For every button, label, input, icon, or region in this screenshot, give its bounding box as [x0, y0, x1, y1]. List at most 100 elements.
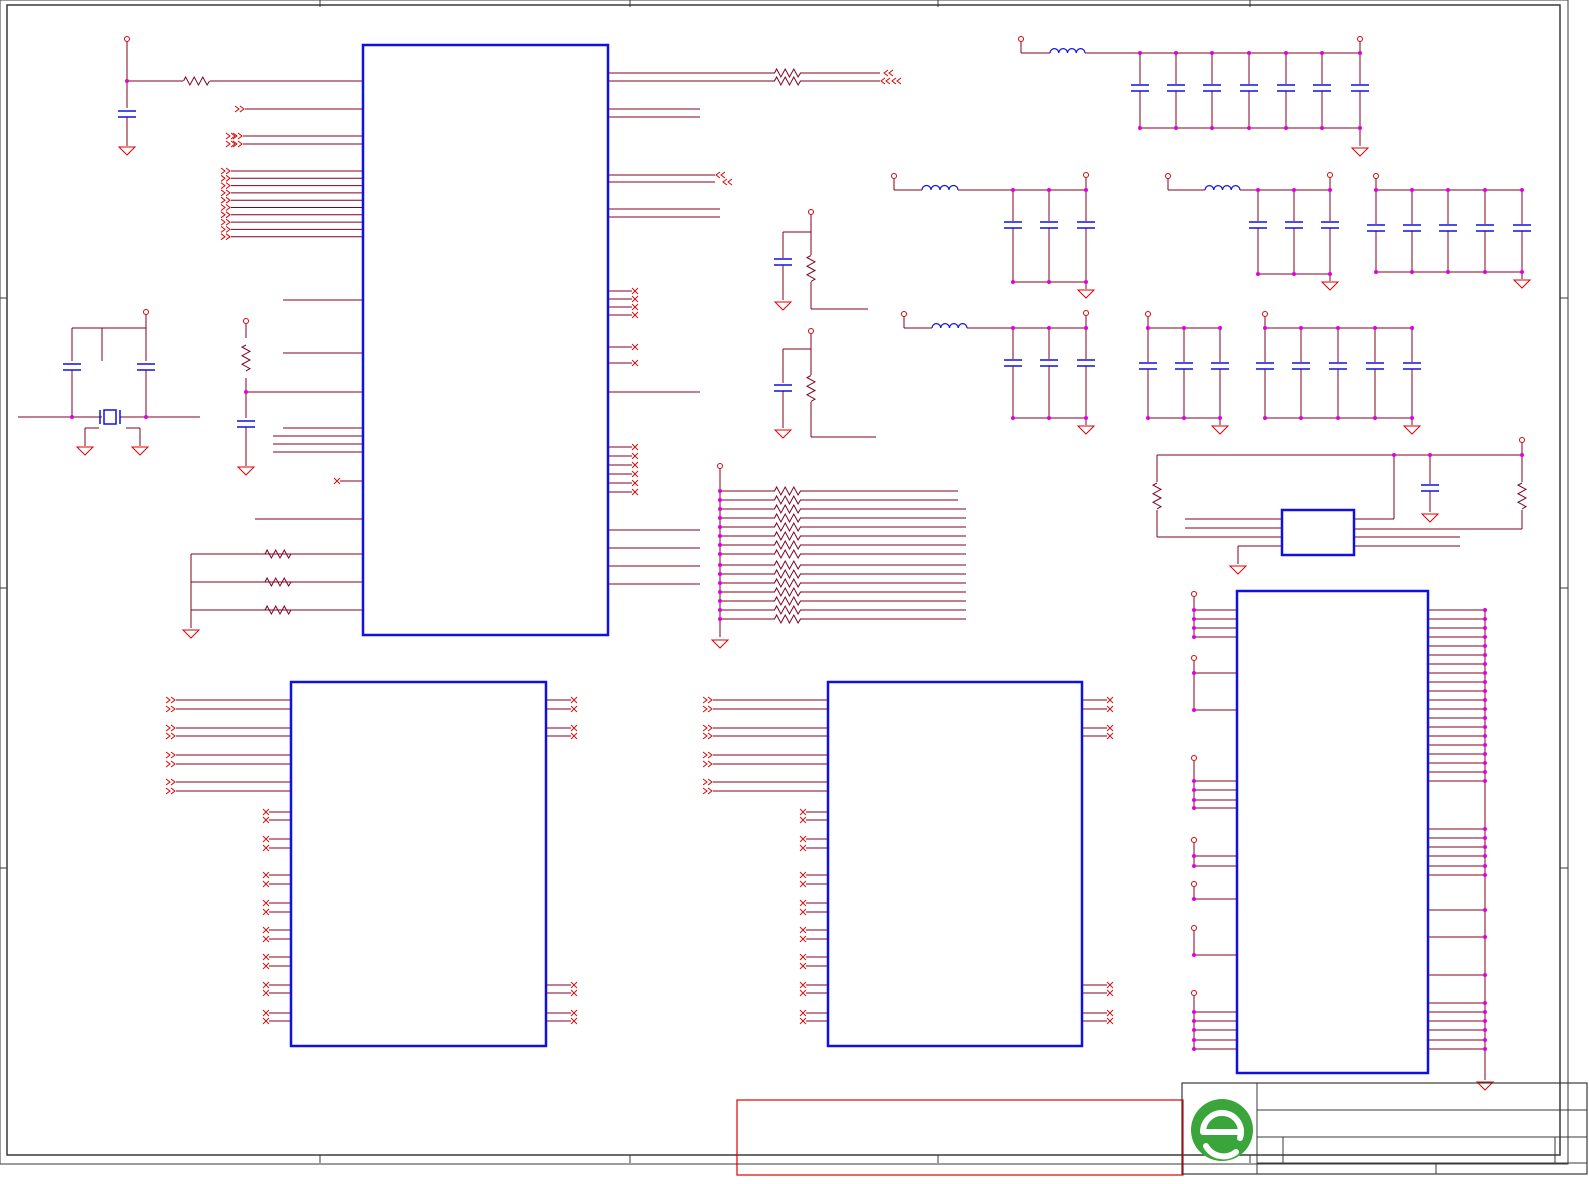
off-page-connector — [702, 778, 708, 786]
junction-dot — [1336, 416, 1340, 420]
off-page-connector — [220, 226, 226, 233]
junction-dot — [1210, 51, 1214, 55]
junction-dot — [1483, 873, 1487, 877]
junction-dot — [144, 415, 148, 419]
power-pin — [1191, 837, 1197, 843]
power-pin — [1519, 437, 1525, 443]
junction-dot — [1192, 953, 1196, 957]
ground-symbol — [1076, 425, 1096, 435]
resistor — [774, 559, 801, 571]
power-pin — [1018, 36, 1024, 42]
wires — [165, 69, 1114, 1025]
off-page-connector — [220, 167, 226, 175]
ground-symbol — [773, 429, 793, 439]
junction-dot — [1483, 1001, 1487, 1005]
resistor — [774, 548, 801, 560]
off-page-connector — [225, 218, 231, 226]
junction-dot — [1192, 798, 1196, 802]
junction-dot — [1084, 416, 1088, 420]
junction-dot — [1483, 1019, 1487, 1023]
off-page-connector — [702, 751, 708, 759]
power-pin — [1083, 172, 1089, 178]
resistor — [774, 595, 801, 607]
off-page-connector — [727, 178, 733, 186]
ground-symbol — [1076, 289, 1096, 299]
junction-dot — [1410, 188, 1414, 192]
power-pin — [808, 328, 814, 334]
ground-symbol — [236, 466, 256, 476]
junction-dot — [1192, 864, 1196, 868]
junction-dot — [1483, 608, 1487, 612]
junction-dots — [70, 36, 1525, 1051]
junction-dot — [718, 552, 722, 556]
off-page-connector — [896, 77, 902, 85]
ground-symbol — [181, 629, 201, 639]
inductor — [921, 184, 959, 191]
main-processor-block — [361, 43, 610, 637]
junction-dot — [1483, 761, 1487, 765]
junction-dot — [1138, 51, 1142, 55]
off-page-connector — [170, 751, 176, 759]
memory-chip-left — [289, 680, 548, 1048]
junction-dot — [1483, 725, 1487, 729]
off-page-connector — [707, 724, 713, 732]
off-page-connector — [220, 218, 226, 226]
off-page-connector — [234, 105, 240, 113]
power-pin — [1165, 173, 1171, 179]
junction-dot — [1410, 326, 1414, 330]
junction-dot — [1218, 416, 1222, 420]
off-page-connector — [225, 211, 231, 219]
junction-dot — [1011, 416, 1015, 420]
resistor — [805, 375, 817, 402]
off-page-connector — [220, 174, 226, 182]
resistor — [183, 75, 210, 87]
junction-dot — [1483, 854, 1487, 858]
resistor — [774, 503, 801, 515]
net-lines — [18, 42, 1523, 1080]
off-page-connector — [707, 732, 713, 740]
schematic-sheet — [0, 0, 1589, 1180]
junction-dot — [1192, 779, 1196, 783]
junction-dot — [1446, 188, 1450, 192]
junction-dot — [1047, 188, 1051, 192]
ground-symbol — [117, 146, 137, 156]
resistor — [1151, 482, 1163, 510]
junction-dot — [718, 599, 722, 603]
inductor — [1049, 48, 1086, 54]
resistor — [774, 539, 801, 551]
off-page-connector — [707, 787, 713, 795]
off-page-connector — [225, 189, 231, 197]
off-page-connector — [225, 132, 231, 140]
junction-dot — [1263, 416, 1267, 420]
power-pin — [1083, 310, 1089, 316]
junction-dot — [1358, 51, 1362, 55]
power-pin — [808, 209, 814, 215]
junction-dot — [1320, 126, 1324, 130]
junction-dot — [1192, 626, 1196, 630]
off-page-connector — [220, 204, 226, 211]
junction-dot — [718, 534, 722, 538]
title-block — [736, 1082, 1588, 1176]
junction-dot — [1174, 51, 1178, 55]
off-page-connector — [225, 140, 231, 148]
off-page-connector — [165, 732, 171, 740]
off-page-connector — [707, 751, 713, 759]
junction-dot — [1483, 845, 1487, 849]
power-pin — [717, 463, 723, 469]
junction-dot — [1192, 806, 1196, 810]
power-pin — [1357, 36, 1363, 42]
off-page-connector — [225, 174, 231, 182]
off-page-connector — [170, 696, 176, 704]
off-page-connector — [220, 196, 226, 204]
junction-dot — [1373, 326, 1377, 330]
junction-dot — [1483, 734, 1487, 738]
inductor — [1204, 185, 1241, 191]
junction-dot — [1520, 188, 1524, 192]
off-page-connector — [220, 211, 226, 219]
ground-symbol — [773, 301, 793, 311]
junction-dot — [1483, 779, 1487, 783]
off-page-connector — [702, 787, 708, 795]
off-page-connector — [220, 182, 226, 189]
junction-dot — [1483, 635, 1487, 639]
power-pin — [1262, 311, 1268, 317]
